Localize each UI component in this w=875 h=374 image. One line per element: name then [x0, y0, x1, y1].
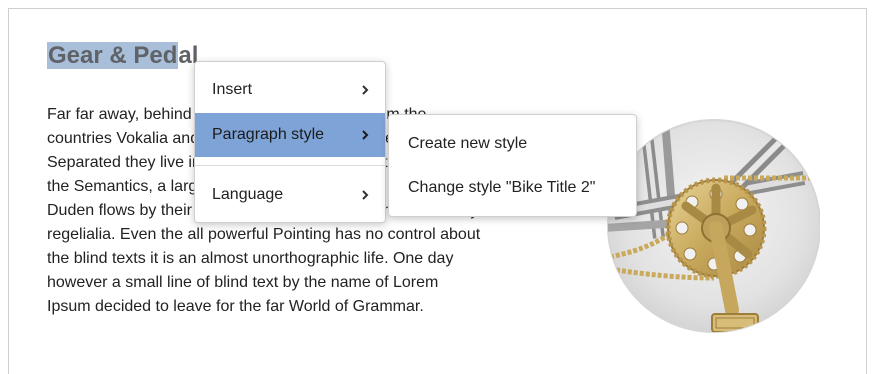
body-line: however a small line of blind text by th… — [47, 274, 439, 291]
submenu-item-change-style[interactable]: Change style "Bike Title 2" — [389, 168, 636, 208]
menu-item-label: Language — [212, 186, 284, 203]
paragraph-style-submenu[interactable]: Create new style Change style "Bike Titl… — [388, 114, 637, 217]
chevron-right-icon — [362, 85, 369, 95]
menu-item-label: Insert — [212, 81, 253, 98]
context-menu[interactable]: Insert Paragraph style Language — [194, 61, 386, 223]
chevron-right-icon — [362, 190, 369, 200]
menu-item-paragraph-style[interactable]: Paragraph style — [195, 113, 385, 157]
submenu-item-create-new-style[interactable]: Create new style — [389, 124, 636, 164]
title-selection[interactable]: Gear & Ped — [47, 42, 179, 69]
body-line: the blind texts it is an almost unorthog… — [47, 250, 454, 267]
menu-item-language[interactable]: Language — [195, 173, 385, 217]
menu-divider — [195, 165, 385, 166]
body-line: Ipsum decided to leave for the far World… — [47, 298, 424, 315]
body-line: regelialia. Even the all powerful Pointi… — [47, 226, 481, 243]
menu-item-label: Paragraph style — [212, 126, 325, 143]
chevron-right-icon — [362, 130, 369, 140]
document-title[interactable]: Gear & Pedal — [47, 40, 198, 72]
menu-item-insert[interactable]: Insert — [195, 68, 385, 112]
